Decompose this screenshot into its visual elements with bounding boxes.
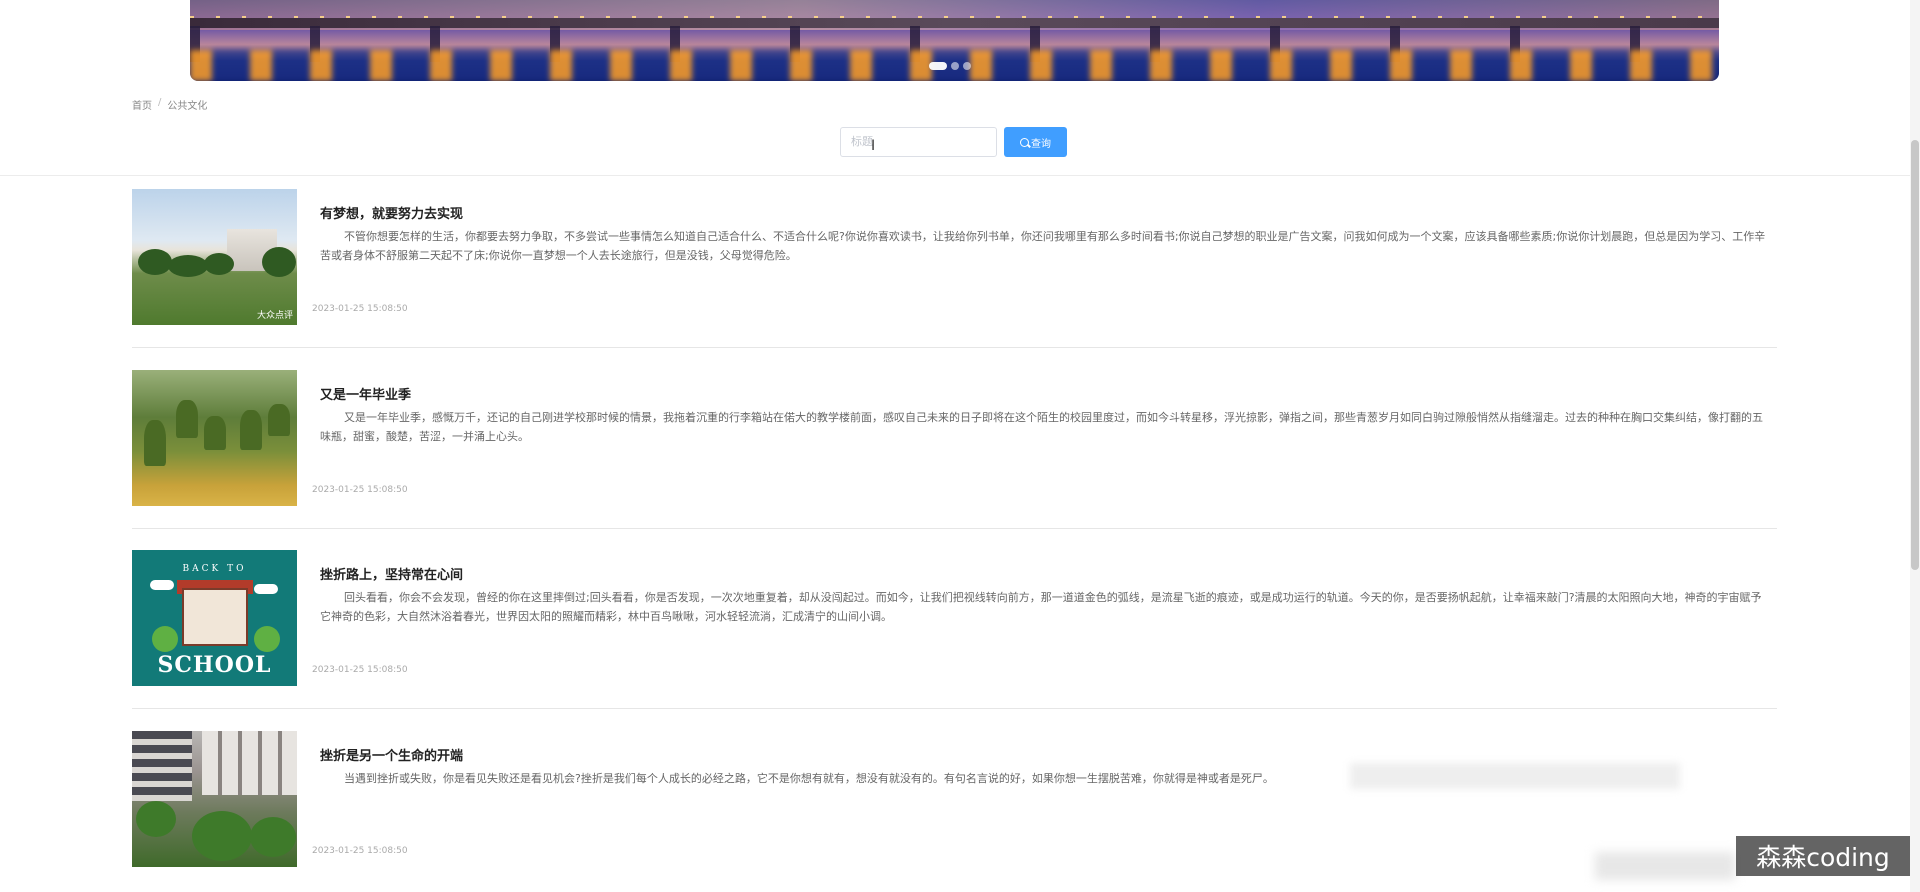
list-item[interactable]: 挫折是另一个生命的开端 当遇到挫折或失败，你是看见失败还是看见机会?挫折是我们每… <box>132 731 1777 892</box>
thumbnail-brand-mark: 大众点评 <box>256 311 293 321</box>
article-description: 回头看看，你会不会发现，曾经的你在这里摔倒过;回头看看，你是否发现，一次次地重复… <box>320 591 1762 623</box>
thumbnail-tree <box>138 249 172 275</box>
search-button[interactable]: 查询 <box>1004 127 1067 157</box>
text-cursor-icon: I <box>871 138 876 154</box>
list-divider <box>132 347 1777 348</box>
blurred-overlay <box>1595 852 1735 880</box>
carousel-dot-3[interactable] <box>963 62 971 70</box>
thumbnail-cloud <box>150 580 174 590</box>
thumbnail-topiary <box>144 420 166 466</box>
carousel-indicators <box>929 62 971 70</box>
article-date: 2023-01-25 15:08:50 <box>312 665 408 675</box>
thumbnail-shrub <box>250 817 296 857</box>
article-thumbnail[interactable]: BACK TO SCHOOL <box>132 550 297 686</box>
article-title[interactable]: 有梦想，就要努力去实现 <box>320 203 463 222</box>
carousel-dot-2[interactable] <box>951 62 959 70</box>
thumbnail-tree <box>168 255 208 277</box>
thumbnail-shrub <box>136 801 176 837</box>
header-divider <box>0 175 1920 176</box>
thumbnail-tree <box>204 253 234 275</box>
article-thumbnail[interactable]: 大众点评 <box>132 189 297 325</box>
article-description: 又是一年毕业季，感慨万千，还记的自己刚进学校那时候的情景，我拖着沉重的行李箱站在… <box>320 411 1763 443</box>
article-title[interactable]: 又是一年毕业季 <box>320 384 411 403</box>
thumbnail-bush <box>152 626 178 652</box>
breadcrumb: 首页 / 公共文化 <box>132 97 207 112</box>
thumbnail-caption-bottom: SCHOOL <box>157 652 272 678</box>
scrollbar-thumb[interactable] <box>1911 140 1919 570</box>
thumbnail-cloud <box>254 584 278 594</box>
article-date: 2023-01-25 15:08:50 <box>312 846 408 856</box>
scrollbar[interactable] <box>1910 0 1920 892</box>
article-date: 2023-01-25 15:08:50 <box>312 485 408 495</box>
list-item[interactable]: BACK TO SCHOOL 挫折路上，坚持常在心间 回头看看，你会不会发现，曾… <box>132 550 1777 731</box>
thumbnail-school-building <box>182 588 248 646</box>
page: 首页 / 公共文化 I 查询 大众点评 有梦想，就要努力去实现 不管你想要怎样的… <box>0 0 1920 892</box>
list-divider <box>132 528 1777 529</box>
blurred-overlay <box>1350 763 1680 789</box>
thumbnail-topiary <box>176 400 198 438</box>
breadcrumb-current: 公共文化 <box>167 101 208 112</box>
list-item[interactable]: 大众点评 有梦想，就要努力去实现 不管你想要怎样的生活，你都要去努力争取，不多尝… <box>132 189 1777 370</box>
thumbnail-caption-top: BACK TO <box>182 564 247 574</box>
thumbnail-topiary <box>268 404 290 436</box>
thumbnail-topiary <box>240 410 262 450</box>
breadcrumb-separator: / <box>158 97 162 108</box>
article-description: 不管你想要怎样的生活，你都要去努力争取，不多尝试一些事情怎么知道自己适合什么、不… <box>320 230 1766 262</box>
search-button-label: 查询 <box>1031 138 1051 150</box>
article-thumbnail[interactable] <box>132 731 297 867</box>
article-title[interactable]: 挫折是另一个生命的开端 <box>320 745 463 764</box>
thumbnail-building <box>202 731 297 795</box>
article-title[interactable]: 挫折路上，坚持常在心间 <box>320 564 463 583</box>
list-divider <box>132 708 1777 709</box>
search-input[interactable] <box>840 127 997 157</box>
thumbnail-bush <box>254 626 280 652</box>
carousel-dot-1[interactable] <box>929 62 947 70</box>
breadcrumb-home[interactable]: 首页 <box>132 97 152 112</box>
thumbnail-tree <box>262 247 296 277</box>
list-item[interactable]: 又是一年毕业季 又是一年毕业季，感慨万千，还记的自己刚进学校那时候的情景，我拖着… <box>132 370 1777 551</box>
thumbnail-shrub <box>192 811 252 861</box>
article-thumbnail[interactable] <box>132 370 297 506</box>
article-date: 2023-01-25 15:08:50 <box>312 304 408 314</box>
video-watermark: 森森coding <box>1736 836 1910 876</box>
thumbnail-topiary <box>204 416 226 450</box>
thumbnail-building <box>132 731 192 801</box>
search-icon <box>1020 137 1029 147</box>
